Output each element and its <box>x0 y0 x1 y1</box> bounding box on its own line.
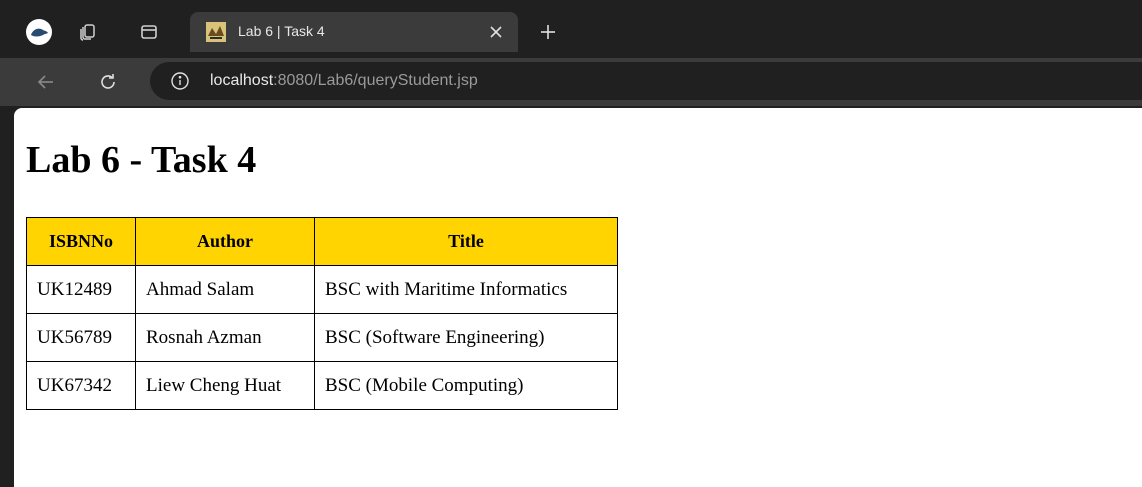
tab-actions-icon[interactable] <box>136 19 162 45</box>
browser-window: Lab 6 | Task 4 localhost:8080/Lab6/query… <box>0 0 1142 487</box>
refresh-icon <box>101 74 115 89</box>
cell-author: Liew Cheng Huat <box>135 361 315 410</box>
cell-title: BSC with Maritime Informatics <box>314 265 618 314</box>
table-row: UK67342 Liew Cheng Huat BSC (Mobile Comp… <box>26 361 618 410</box>
column-header-isbn: ISBNNo <box>26 217 136 266</box>
url-path: :8080/Lab6/queryStudent.jsp <box>273 72 478 89</box>
back-arrow-icon <box>37 75 53 89</box>
back-button[interactable] <box>32 68 60 96</box>
cell-isbn: UK56789 <box>26 313 136 362</box>
address-bar[interactable]: localhost:8080/Lab6/queryStudent.jsp <box>150 62 1142 100</box>
cell-title: BSC (Mobile Computing) <box>314 361 618 410</box>
books-table: ISBNNo Author Title UK12489 Ahmad Salam … <box>26 217 618 410</box>
profile-avatar-icon[interactable] <box>26 19 52 45</box>
tomcat-favicon-icon <box>206 22 226 42</box>
cell-isbn: UK67342 <box>26 361 136 410</box>
table-row: UK12489 Ahmad Salam BSC with Maritime In… <box>26 265 618 314</box>
page-viewport: Lab 6 - Task 4 ISBNNo Author Title UK124… <box>14 108 1142 487</box>
table-header-row: ISBNNo Author Title <box>26 217 618 266</box>
tab-active[interactable]: Lab 6 | Task 4 <box>190 12 518 52</box>
info-icon[interactable] <box>170 71 190 91</box>
url-host: localhost <box>210 72 274 89</box>
column-header-author: Author <box>135 217 315 266</box>
cell-isbn: UK12489 <box>26 265 136 314</box>
cell-author: Ahmad Salam <box>135 265 315 314</box>
refresh-button[interactable] <box>94 68 122 96</box>
url-text: localhost:8080/Lab6/queryStudent.jsp <box>210 72 478 90</box>
table-row: UK56789 Rosnah Azman BSC (Software Engin… <box>26 313 618 362</box>
tab-strip: Lab 6 | Task 4 <box>0 0 1142 58</box>
page-title: Lab 6 - Task 4 <box>26 139 257 181</box>
tab-title: Lab 6 | Task 4 <box>238 23 325 39</box>
workspaces-icon[interactable] <box>75 19 101 45</box>
plus-icon <box>541 25 555 39</box>
browser-toolbar: localhost:8080/Lab6/queryStudent.jsp <box>0 58 1142 106</box>
close-icon[interactable] <box>486 22 506 42</box>
cell-author: Rosnah Azman <box>135 313 315 362</box>
new-tab-button[interactable] <box>535 19 561 45</box>
cell-title: BSC (Software Engineering) <box>314 313 618 362</box>
column-header-title: Title <box>314 217 618 266</box>
